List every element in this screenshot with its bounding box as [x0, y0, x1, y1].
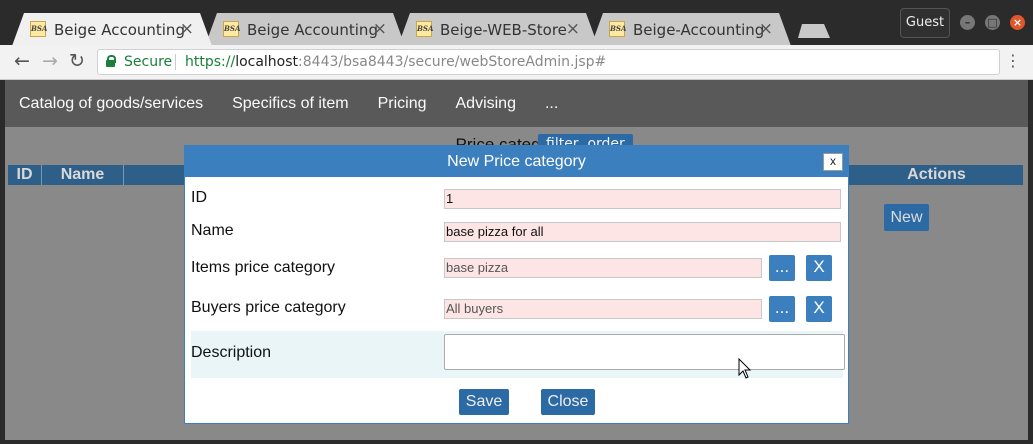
- nav-pricing[interactable]: Pricing: [378, 95, 427, 113]
- url-text: https://localhost:8443/bsa8443/secure/we…: [185, 50, 606, 74]
- buyers-price-category-label: Buyers price category: [191, 299, 346, 316]
- reload-icon[interactable]: ↻: [69, 50, 85, 72]
- close-button[interactable]: Close: [541, 389, 595, 415]
- tab-title: Beige Accounting: [247, 21, 378, 39]
- minimize-icon[interactable]: –: [960, 15, 975, 30]
- column-id: ID: [8, 165, 42, 185]
- address-toolbar: ← → ↻ Secure https://localhost:8443/bsa8…: [0, 45, 1033, 80]
- id-label: ID: [191, 189, 207, 206]
- bsa-favicon-icon: BSA: [223, 21, 239, 37]
- bsa-favicon-icon: BSA: [416, 21, 432, 37]
- items-category-clear-button[interactable]: X: [806, 255, 832, 281]
- url-host: localhost: [235, 54, 299, 70]
- tab-title: Beige Accounting: [54, 21, 185, 39]
- back-icon[interactable]: ←: [14, 50, 30, 72]
- description-label: Description: [191, 344, 272, 361]
- url-scheme: https://: [185, 54, 236, 70]
- tab-title: Beige-WEB-Store: [440, 21, 567, 39]
- column-actions: Actions: [907, 166, 966, 183]
- nav-advising[interactable]: Advising: [456, 95, 516, 113]
- description-textarea[interactable]: [444, 334, 845, 370]
- new-tab-button[interactable]: [798, 24, 830, 38]
- id-field[interactable]: 1: [444, 189, 841, 209]
- nav-specifics[interactable]: Specifics of item: [232, 95, 348, 113]
- profile-button[interactable]: Guest: [900, 8, 950, 38]
- new-button[interactable]: New: [884, 204, 929, 231]
- tab-close-icon[interactable]: ×: [759, 19, 773, 39]
- browser-tab-2[interactable]: BSA Beige Accounting ×: [205, 13, 405, 46]
- items-price-category-label: Items price category: [191, 259, 336, 276]
- browser-tab-1[interactable]: BSA Beige Accounting ×: [12, 13, 212, 46]
- bsa-favicon-icon: BSA: [30, 21, 46, 37]
- buyers-category-clear-button[interactable]: X: [806, 296, 832, 322]
- name-field[interactable]: base pizza for all: [444, 222, 841, 242]
- items-price-category-field[interactable]: base pizza: [444, 258, 762, 278]
- tab-title: Beige-Accounting: [633, 21, 765, 39]
- items-category-select-button[interactable]: ...: [769, 255, 795, 281]
- forward-icon[interactable]: →: [42, 50, 58, 72]
- dialog-title: New Price category: [185, 146, 848, 177]
- column-name: Name: [42, 165, 124, 185]
- buyers-price-category-field[interactable]: All buyers: [444, 299, 762, 319]
- tab-close-icon[interactable]: ×: [180, 19, 194, 39]
- security-label: Secure: [124, 54, 173, 70]
- maximize-icon[interactable]: □: [985, 15, 1000, 30]
- browser-tab-4[interactable]: BSA Beige-Accounting ×: [591, 13, 791, 46]
- new-price-category-dialog: New Price category x ID 1 Name base pizz…: [184, 145, 849, 424]
- browser-tab-strip: BSA Beige Accounting × BSA Beige Account…: [0, 0, 1033, 45]
- tab-close-icon[interactable]: ×: [566, 19, 580, 39]
- nav-more[interactable]: ...: [545, 95, 558, 113]
- url-path: :8443/bsa8443/secure/webStoreAdmin.jsp#: [298, 54, 607, 70]
- browser-menu-icon[interactable]: ⋮: [1005, 51, 1021, 70]
- url-bar[interactable]: Secure https://localhost:8443/bsa8443/se…: [97, 49, 1000, 75]
- nav-catalog[interactable]: Catalog of goods/services: [19, 95, 203, 113]
- divider: [175, 54, 176, 70]
- save-button[interactable]: Save: [459, 389, 509, 415]
- lock-icon: [106, 55, 116, 67]
- browser-tab-3[interactable]: BSA Beige-WEB-Store ×: [398, 13, 598, 46]
- app-navbar: Catalog of goods/services Specifics of i…: [5, 80, 1028, 127]
- window-close-icon[interactable]: ×: [1010, 15, 1025, 30]
- buyers-category-select-button[interactable]: ...: [769, 296, 795, 322]
- mouse-cursor-icon: [738, 358, 752, 379]
- name-label: Name: [191, 222, 234, 239]
- dialog-close-button[interactable]: x: [823, 153, 843, 171]
- tab-close-icon[interactable]: ×: [373, 19, 387, 39]
- bsa-favicon-icon: BSA: [609, 21, 625, 37]
